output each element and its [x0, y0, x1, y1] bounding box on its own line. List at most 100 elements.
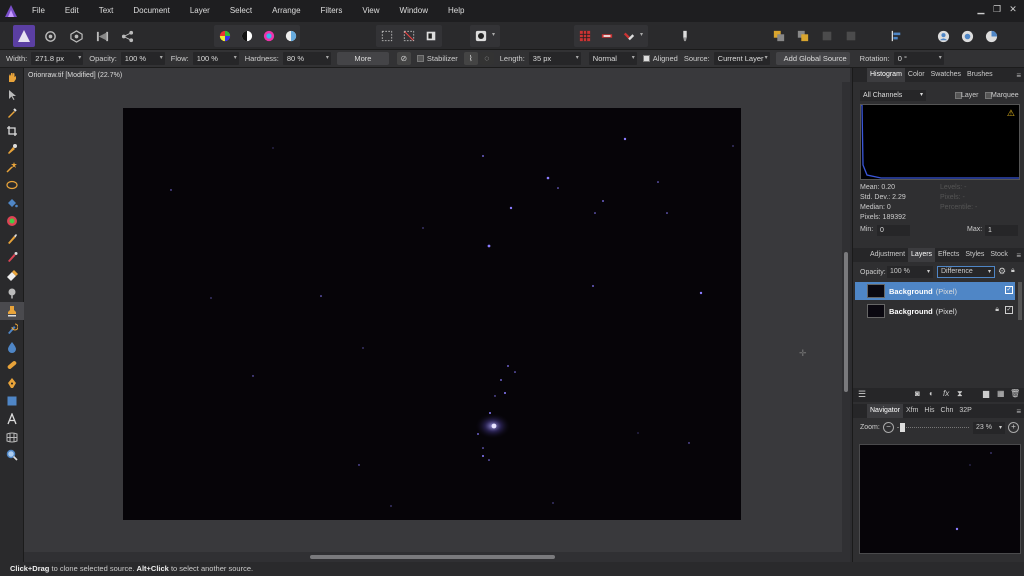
adjustment-icon[interactable]: ◐ — [929, 389, 934, 398]
menu-filters[interactable]: Filters — [311, 0, 353, 22]
panel-menu-icon[interactable]: ≡ — [1016, 71, 1021, 80]
tab-his[interactable]: His — [921, 404, 937, 418]
max-field[interactable]: 1 — [985, 225, 1018, 236]
tab-color[interactable]: Color — [905, 68, 928, 82]
pen-tool-icon[interactable] — [0, 374, 24, 392]
add-global-source-button[interactable]: Add Global Source — [775, 52, 850, 65]
quick-mask-icon[interactable] — [472, 25, 490, 47]
pressure-icon[interactable]: ⊘ — [396, 52, 411, 65]
stabilizer-checkbox[interactable] — [416, 55, 424, 62]
layer-blend-mode-select[interactable]: Difference ▾ — [937, 266, 995, 278]
tab-xfm[interactable]: Xfm — [903, 404, 921, 418]
menu-edit[interactable]: Edit — [55, 0, 89, 22]
source-select[interactable]: Current Layer ▾ — [713, 52, 770, 65]
flood-fill-icon[interactable] — [0, 194, 24, 212]
zoom-in-icon[interactable]: + — [1008, 422, 1019, 433]
undo-brush-icon[interactable] — [0, 320, 24, 338]
marquee-select-icon[interactable] — [378, 25, 396, 47]
menu-select[interactable]: Select — [220, 0, 262, 22]
rotation-field[interactable]: 0 ° ▾ — [893, 52, 944, 65]
color-picker-icon[interactable] — [0, 104, 24, 122]
color-replacement-icon[interactable] — [0, 248, 24, 266]
photo-persona-icon[interactable] — [13, 25, 35, 47]
layers-scrollbar[interactable] — [1018, 282, 1022, 320]
blur-brush-icon[interactable] — [0, 338, 24, 356]
tab-adjustment[interactable]: Adjustment — [867, 248, 908, 262]
zoom-slider-handle[interactable] — [900, 423, 905, 432]
move-tool-icon[interactable] — [0, 86, 24, 104]
lock-icon[interactable]: 🔒︎ — [1011, 267, 1015, 275]
crop-tool-icon[interactable] — [0, 122, 24, 140]
mask-icon[interactable]: ◙ — [915, 389, 920, 398]
settings-icon[interactable] — [982, 25, 1000, 47]
paint-brush-icon[interactable] — [0, 230, 24, 248]
tab-brushes[interactable]: Brushes — [964, 68, 996, 82]
folder-icon[interactable]: ▆ — [983, 389, 989, 398]
channel-select[interactable]: All Channels ▾ — [860, 90, 926, 101]
assistant-icon[interactable] — [598, 25, 616, 47]
visibility-checkbox[interactable]: ✓ — [1005, 286, 1013, 294]
gradient-tool-icon[interactable] — [0, 212, 24, 230]
min-field[interactable]: 0 — [877, 225, 910, 236]
hsl-icon[interactable] — [260, 25, 278, 47]
menu-file[interactable]: File — [22, 0, 55, 22]
rectangle-tool-icon[interactable] — [0, 392, 24, 410]
menu-document[interactable]: Document — [123, 0, 179, 22]
image-canvas[interactable] — [123, 108, 741, 520]
contrast-icon[interactable] — [238, 25, 256, 47]
brush-options-icon[interactable] — [676, 25, 694, 47]
align-icon[interactable] — [887, 25, 905, 47]
window-mode-icon[interactable]: ◌ — [479, 52, 494, 65]
minimize-icon[interactable]: ▁ — [974, 0, 988, 18]
menu-arrange[interactable]: Arrange — [262, 0, 310, 22]
export-persona-icon[interactable] — [117, 25, 137, 47]
tab-navigator[interactable]: Navigator — [867, 404, 903, 418]
selection-brush-icon[interactable] — [0, 140, 24, 158]
mesh-warp-icon[interactable] — [0, 428, 24, 446]
tab-effects[interactable]: Effects — [935, 248, 962, 262]
trash-icon[interactable]: 🗑︎ — [1010, 389, 1020, 398]
tab-swatches[interactable]: Swatches — [928, 68, 964, 82]
layers-stack-icon[interactable]: ☰ — [858, 389, 866, 400]
navigator-preview[interactable] — [859, 444, 1021, 554]
arrange-disabled-icon[interactable] — [842, 25, 860, 47]
liquify-persona-icon[interactable] — [40, 25, 60, 47]
tab-histogram[interactable]: Histogram — [867, 68, 905, 82]
restore-icon[interactable]: ❐ — [990, 0, 1004, 18]
menu-text[interactable]: Text — [89, 0, 124, 22]
menu-view[interactable]: View — [352, 0, 389, 22]
layer-opacity-field[interactable]: 100 % ▾ — [887, 266, 933, 278]
snapping-magnet-icon[interactable] — [620, 25, 638, 47]
tone-mapping-persona-icon[interactable] — [92, 25, 112, 47]
text-tool-icon[interactable] — [0, 410, 24, 428]
dodge-tool-icon[interactable] — [0, 284, 24, 302]
arrange-back-icon[interactable] — [770, 25, 788, 47]
color-wheel-icon[interactable] — [216, 25, 234, 47]
hardness-field[interactable]: 80 % ▾ — [282, 52, 331, 65]
chevron-down-icon[interactable]: ▾ — [640, 31, 643, 38]
clone-brush-icon[interactable] — [0, 302, 24, 320]
layer-row[interactable]: Background (Pixel) ✓ — [855, 282, 1015, 300]
menu-window[interactable]: Window — [390, 0, 438, 22]
vertical-scrollbar[interactable] — [842, 82, 850, 552]
zoom-tool-icon[interactable] — [0, 446, 24, 464]
live-filter-icon[interactable]: ⧗ — [957, 389, 963, 399]
zoom-field[interactable]: 23 % ▾ — [973, 422, 1005, 434]
chevron-down-icon[interactable]: ▾ — [492, 31, 495, 38]
width-field[interactable]: 271.8 px ▾ — [31, 52, 84, 65]
help-icon[interactable] — [958, 25, 976, 47]
add-layer-icon[interactable]: ▦ — [997, 389, 1005, 398]
tab-stock[interactable]: Stock — [987, 248, 1011, 262]
visibility-checkbox[interactable]: ✓ — [1005, 306, 1013, 314]
blend-mode-select[interactable]: Normal ▾ — [588, 52, 637, 65]
rope-mode-icon[interactable]: ⌇ — [463, 52, 478, 65]
document-tab[interactable]: Orionraw.tif [Modified] (22.7%) — [28, 70, 122, 82]
tab-32p[interactable]: 32P — [956, 404, 974, 418]
deselect-icon[interactable] — [400, 25, 418, 47]
arrange-disabled-icon[interactable] — [818, 25, 836, 47]
warning-icon[interactable]: ⚠ — [1007, 108, 1015, 119]
menu-layer[interactable]: Layer — [180, 0, 220, 22]
aligned-checkbox[interactable] — [642, 55, 650, 62]
arrange-forward-icon[interactable] — [794, 25, 812, 47]
menu-help[interactable]: Help — [438, 0, 474, 22]
